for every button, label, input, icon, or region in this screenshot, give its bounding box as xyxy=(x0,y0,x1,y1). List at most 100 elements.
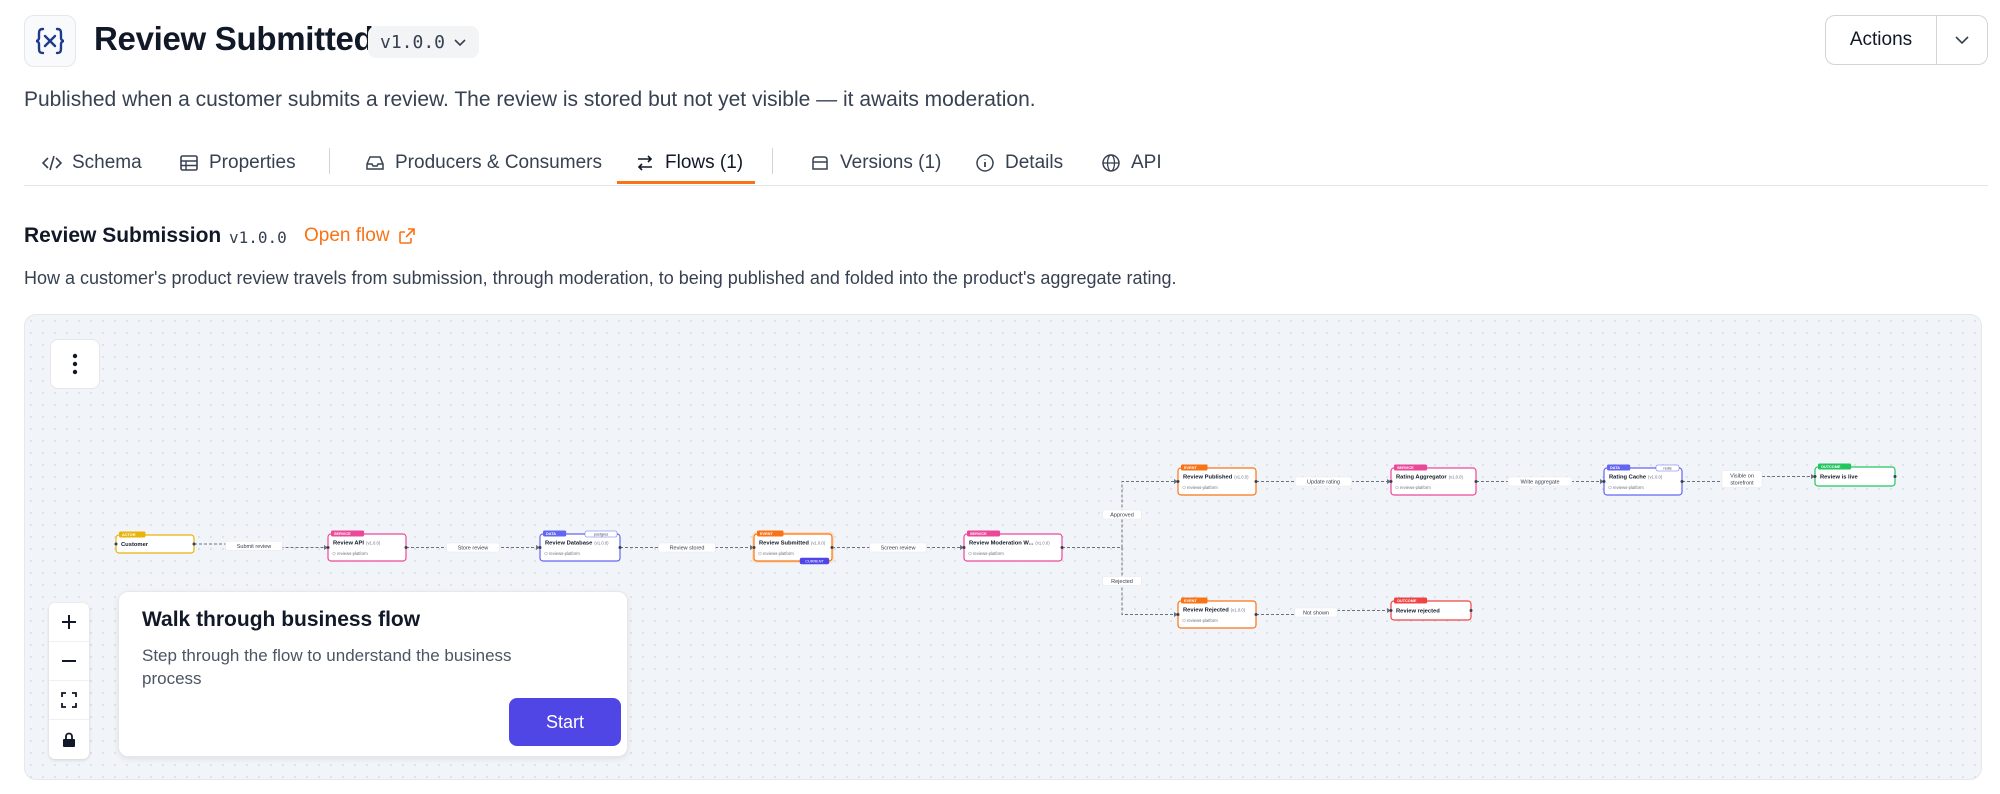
node-label: Review is live xyxy=(1820,475,1858,481)
more-vertical-icon xyxy=(72,353,78,375)
node-badge-label: ACTOR xyxy=(122,533,136,537)
open-flow-label: Open flow xyxy=(304,225,390,246)
chevron-down-icon xyxy=(1955,36,1969,45)
fit-view-icon xyxy=(61,692,77,708)
open-flow-link[interactable]: Open flow xyxy=(304,225,416,247)
node-handle[interactable] xyxy=(1680,480,1684,483)
flow-node-review-db[interactable]: DATAReview Database (v1.0.0)reviews-platf… xyxy=(538,530,622,562)
edge-label: Not shown xyxy=(1303,611,1329,617)
flow-canvas[interactable]: Submit review Store review Review stored Sc… xyxy=(24,314,1982,780)
tab-api[interactable]: API xyxy=(1101,140,1162,186)
flow-node-review-api[interactable]: SERVICEReview API (v1.0.0)reviews-platfor… xyxy=(326,530,408,562)
actions-dropdown-button[interactable] xyxy=(1937,16,1987,64)
flow-node-review-moderation[interactable]: SERVICEReview Moderation W... (v1.0.0)rev… xyxy=(962,530,1064,562)
zoom-out-button[interactable] xyxy=(49,642,89,681)
start-walkthrough-button[interactable]: Start xyxy=(509,698,621,746)
node-domain: reviews-platform xyxy=(1613,485,1644,490)
node-badge-label: SERVICE xyxy=(334,532,351,536)
zoom-in-button[interactable] xyxy=(49,603,89,642)
tab-label: Versions (1) xyxy=(840,152,942,173)
node-domain: reviews-platform xyxy=(1400,485,1431,490)
node-handle[interactable] xyxy=(1176,613,1180,616)
node-handle[interactable] xyxy=(618,546,622,549)
tab-label: Producers & Consumers xyxy=(395,152,602,173)
node-badge-label: EVENT xyxy=(1184,599,1197,603)
tab-producers-consumers[interactable]: Producers & Consumers xyxy=(365,140,602,186)
node-badge-label: SERVICE xyxy=(1397,466,1414,470)
tab-details[interactable]: Details xyxy=(975,140,1063,186)
node-handle[interactable] xyxy=(1060,546,1064,549)
node-domain: reviews-platform xyxy=(549,551,580,556)
node-handle[interactable] xyxy=(1389,480,1393,483)
flow-edge: Submit review xyxy=(194,540,328,551)
node-handle[interactable] xyxy=(1474,480,1478,483)
flow-node-review-rejected-evt[interactable]: EVENTReview Rejected (v1.0.0)reviews-plat… xyxy=(1176,597,1258,629)
tab-properties[interactable]: Properties xyxy=(179,140,296,186)
node-handle[interactable] xyxy=(830,546,834,549)
tab-label: Schema xyxy=(72,152,142,173)
tab-divider xyxy=(772,148,773,174)
node-badge-label: EVENT xyxy=(1184,466,1197,470)
page-description: Published when a customer submits a revi… xyxy=(24,88,1036,111)
node-handle[interactable] xyxy=(1176,480,1180,483)
lock-icon xyxy=(63,732,75,747)
active-tab-indicator xyxy=(617,181,755,184)
tab-schema[interactable]: Schema xyxy=(42,140,142,186)
tab-label: Flows (1) xyxy=(665,152,744,173)
flow-description: How a customer's product review travels … xyxy=(24,268,1177,288)
version-label: v1.0.0 xyxy=(380,31,446,53)
walkthrough-card: Walk through business flow Step through … xyxy=(118,591,628,757)
flow-node-customer[interactable]: ACTOR Customer xyxy=(114,531,196,554)
flow-node-rating-aggregator[interactable]: SERVICERating Aggregator (v1.0.0)reviews-… xyxy=(1389,464,1478,496)
node-label: Review rejected xyxy=(1396,609,1440,615)
flow-node-review-rejected[interactable]: OUTCOME Review rejected xyxy=(1389,597,1473,621)
flow-node-review-published[interactable]: EVENTReview Published (v1.0.0)reviews-pla… xyxy=(1176,464,1258,496)
flow-edge: Not shown xyxy=(1256,607,1391,618)
zoom-in-icon xyxy=(62,615,76,629)
node-handle[interactable] xyxy=(1602,480,1606,483)
node-handle[interactable] xyxy=(1469,609,1473,612)
flow-node-rating-cache[interactable]: DATARating Cache (v1.0.0)reviews-platform… xyxy=(1602,464,1684,496)
node-handle[interactable] xyxy=(1389,609,1393,612)
flow-edge: Approved xyxy=(1062,479,1178,548)
tab-divider xyxy=(329,148,330,174)
flow-edge: Review stored xyxy=(620,542,754,553)
page-title: Review Submitted xyxy=(94,20,374,57)
node-handle[interactable] xyxy=(1254,613,1258,616)
node-handle[interactable] xyxy=(1254,480,1258,483)
lock-button[interactable] xyxy=(49,720,89,759)
edge-label: Rejected xyxy=(1111,579,1133,585)
flow-node-review-live[interactable]: OUTCOME Review is live xyxy=(1813,463,1897,487)
canvas-menu-button[interactable] xyxy=(50,339,100,389)
node-tag-label: redis xyxy=(1663,466,1671,470)
node-badge-label: OUTCOME xyxy=(1397,599,1417,603)
version-selector[interactable]: v1.0.0 xyxy=(368,26,480,58)
node-handle[interactable] xyxy=(752,546,756,549)
flow-edge: Update rating xyxy=(1256,476,1391,487)
edge-label: storefront xyxy=(1730,481,1754,487)
node-domain: reviews-platform xyxy=(973,551,1004,556)
tab-bar: Schema Properties Producers & Consumers … xyxy=(24,140,1988,186)
node-handle[interactable] xyxy=(538,546,542,549)
tab-label: Details xyxy=(1005,152,1064,173)
tab-versions[interactable]: Versions (1) xyxy=(810,140,941,186)
node-handle[interactable] xyxy=(1893,475,1897,478)
node-domain: reviews-platform xyxy=(337,551,368,556)
fit-view-button[interactable] xyxy=(49,681,89,720)
table-icon xyxy=(180,155,198,171)
flow-node-review-submitted[interactable]: EVENTReview Submitted (v1.0.0)reviews-pla… xyxy=(752,530,834,565)
tab-flows[interactable]: Flows (1) xyxy=(635,140,743,186)
actions-button[interactable]: Actions xyxy=(1826,16,1937,64)
node-badge-label: DATA xyxy=(1610,466,1620,470)
flow-edge: Rejected xyxy=(1062,547,1178,617)
node-handle[interactable] xyxy=(114,542,118,546)
node-handle[interactable] xyxy=(962,546,966,549)
node-handle[interactable] xyxy=(404,546,408,549)
node-handle[interactable] xyxy=(1813,475,1817,478)
edge-label: Approved xyxy=(1110,513,1134,519)
node-handle[interactable] xyxy=(326,546,330,549)
edge-label: Store review xyxy=(458,546,489,552)
node-handle[interactable] xyxy=(192,542,196,546)
edge-label: Write aggregate xyxy=(1520,480,1559,486)
flow-version: v1.0.0 xyxy=(229,228,287,247)
